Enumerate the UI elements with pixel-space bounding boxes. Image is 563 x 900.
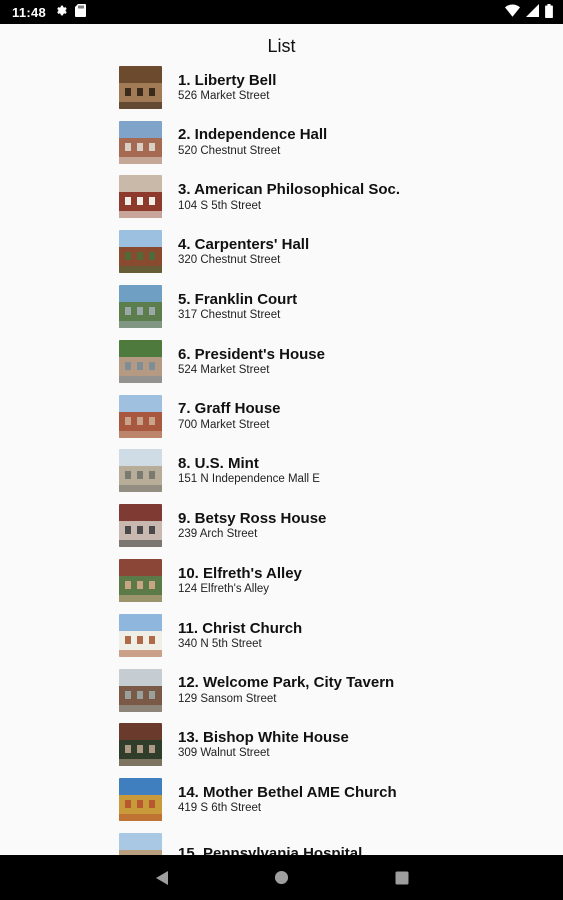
landmark-thumbnail [119, 339, 162, 383]
list-item-text: 7. Graff House 700 Market Street [178, 400, 281, 431]
recents-button[interactable] [342, 855, 462, 900]
sd-card-icon [75, 4, 87, 20]
list-item[interactable]: 9. Betsy Ross House 239 Arch Street [119, 498, 539, 553]
landmark-thumbnail [119, 723, 162, 767]
list-item-address: 419 S 6th Street [178, 802, 262, 815]
list-item[interactable]: 1. Liberty Bell 526 Market Street [119, 60, 539, 115]
list-item-title: 14. Mother Bethel AME Church [178, 784, 397, 802]
list-item[interactable]: 8. U.S. Mint 151 N Independence Mall E [119, 444, 539, 499]
home-button[interactable] [222, 855, 342, 900]
list-item-title: 7. Graff House [178, 400, 281, 418]
landmark-thumbnail [119, 230, 162, 274]
list-item-text: 1. Liberty Bell 526 Market Street [178, 72, 276, 103]
landmark-thumbnail [119, 778, 162, 822]
list-item-text: 6. President's House 524 Market Street [178, 346, 325, 377]
list-item-text: 11. Christ Church 340 N 5th Street [178, 620, 302, 651]
list-item-address: 309 Walnut Street [178, 747, 270, 760]
landmark-thumbnail [119, 285, 162, 329]
landmark-thumbnail [119, 120, 162, 164]
back-button[interactable] [102, 855, 222, 900]
list-item-title: 10. Elfreth's Alley [178, 564, 302, 582]
landmark-thumbnail [119, 668, 162, 712]
list-item[interactable]: 3. American Philosophical Soc. 104 S 5th … [119, 170, 539, 225]
list-item-address: 104 S 5th Street [178, 199, 262, 212]
list-item[interactable]: 7. Graff House 700 Market Street [119, 389, 539, 444]
navigation-bar [0, 855, 563, 900]
list-item-title: 9. Betsy Ross House [178, 510, 327, 528]
landmark-thumbnail [119, 504, 162, 548]
cellular-icon [526, 4, 539, 20]
landmark-thumbnail [119, 449, 162, 493]
list-item-title: 5. Franklin Court [178, 290, 298, 308]
list-item-text: 15. Pennsylvania Hospital [178, 845, 362, 855]
list-item-title: 15. Pennsylvania Hospital [178, 845, 363, 855]
list-item-address: 520 Chestnut Street [178, 144, 281, 157]
list-item-text: 9. Betsy Ross House 239 Arch Street [178, 510, 326, 541]
list-item-text: 13. Bishop White House 309 Walnut Street [178, 729, 349, 760]
landmark-list: 1. Liberty Bell 526 Market Street 2. Indep… [119, 60, 539, 855]
landmark-thumbnail [119, 175, 162, 219]
list-item[interactable]: 5. Franklin Court 317 Chestnut Street [119, 279, 539, 334]
gear-icon [54, 4, 67, 20]
list-item[interactable]: 14. Mother Bethel AME Church 419 S 6th St… [119, 772, 539, 827]
landmark-thumbnail [119, 833, 162, 855]
recents-square-icon [395, 871, 408, 884]
landmark-thumbnail [119, 613, 162, 657]
list-item-title: 12. Welcome Park, City Tavern [178, 674, 395, 692]
list-item-text: 10. Elfreth's Alley 124 Elfreth's Alley [178, 565, 302, 596]
list-item-address: 239 Arch Street [178, 528, 258, 541]
list-item-title: 4. Carpenters' Hall [178, 236, 310, 254]
list-item-address: 124 Elfreth's Alley [178, 583, 270, 596]
status-bar: 11:48 [0, 0, 563, 24]
list-item[interactable]: 4. Carpenters' Hall 320 Chestnut Street [119, 224, 539, 279]
list-item-address: 151 N Independence Mall E [178, 473, 320, 486]
list-item-title: 8. U.S. Mint [178, 455, 259, 473]
list-item[interactable]: 11. Christ Church 340 N 5th Street [119, 608, 539, 663]
list-item[interactable]: 15. Pennsylvania Hospital [119, 827, 539, 855]
list-item-title: 1. Liberty Bell [178, 71, 277, 89]
list-item-text: 14. Mother Bethel AME Church 419 S 6th St… [178, 784, 397, 815]
list-item[interactable]: 12. Welcome Park, City Tavern 129 Sansom … [119, 663, 539, 718]
list-item-address: 524 Market Street [178, 363, 270, 376]
list-item-title: 2. Independence Hall [178, 126, 328, 144]
list-item[interactable]: 10. Elfreth's Alley 124 Elfreth's Alley [119, 553, 539, 608]
list-item-address: 700 Market Street [178, 418, 270, 431]
list-item-text: 8. U.S. Mint 151 N Independence Mall E [178, 455, 320, 486]
back-triangle-icon [155, 870, 168, 885]
landmark-thumbnail [119, 65, 162, 109]
list-item-address: 317 Chestnut Street [178, 309, 281, 322]
list-item[interactable]: 13. Bishop White House 309 Walnut Street [119, 718, 539, 773]
list-item-address: 320 Chestnut Street [178, 254, 281, 267]
list-item-title: 13. Bishop White House [178, 729, 349, 747]
landmark-thumbnail [119, 394, 162, 438]
home-circle-icon [274, 870, 289, 885]
list-item-address: 526 Market Street [178, 89, 270, 102]
status-time: 11:48 [12, 4, 47, 20]
list-item-text: 12. Welcome Park, City Tavern 129 Sansom … [178, 674, 394, 705]
list-item[interactable]: 6. President's House 524 Market Street [119, 334, 539, 389]
wifi-icon [505, 4, 520, 20]
list-item-text: 4. Carpenters' Hall 320 Chestnut Street [178, 236, 309, 267]
battery-icon [545, 3, 553, 21]
list-item-text: 5. Franklin Court 317 Chestnut Street [178, 291, 297, 322]
list-item-title: 3. American Philosophical Soc. [178, 181, 401, 199]
list-item-text: 2. Independence Hall 520 Chestnut Street [178, 126, 327, 157]
list-item-address: 340 N 5th Street [178, 637, 262, 650]
list-item[interactable]: 2. Independence Hall 520 Chestnut Street [119, 115, 539, 170]
list-item-title: 11. Christ Church [178, 619, 303, 637]
app-screen: List 1. Liberty Bell 526 Market Street 2. … [0, 24, 563, 855]
list-item-title: 6. President's House [178, 345, 325, 363]
landmark-thumbnail [119, 559, 162, 603]
list-item-address: 129 Sansom Street [178, 692, 277, 705]
list-item-text: 3. American Philosophical Soc. 104 S 5th … [178, 181, 400, 212]
